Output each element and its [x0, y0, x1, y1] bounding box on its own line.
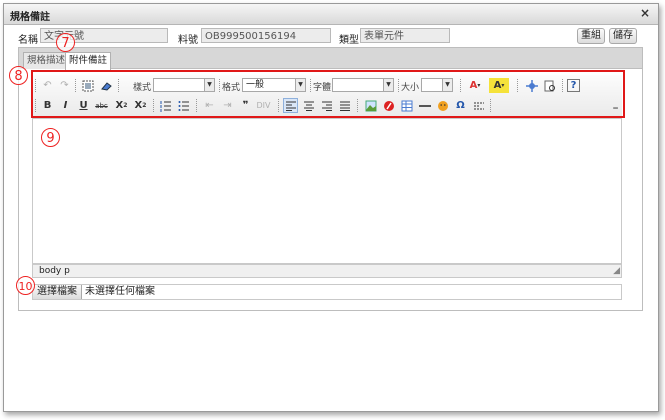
dialog-titlebar: 規格備註 × — [4, 4, 658, 25]
callout-badge-8: 8 — [9, 66, 28, 85]
close-icon[interactable]: × — [640, 6, 650, 20]
callout-badge-7: 7 — [56, 33, 75, 52]
reset-button[interactable]: 重組 — [577, 28, 605, 44]
save-button[interactable]: 儲存 — [609, 28, 637, 44]
header-fields: 名稱 文字元號 料號 OB999500156194 類型 表單元件 重組 儲存 — [4, 28, 658, 46]
callout-badge-10: 10 — [16, 276, 35, 295]
toolbar-highlight — [31, 70, 625, 118]
element-path[interactable]: body p — [39, 266, 70, 276]
type-label: 類型 — [339, 35, 359, 46]
tab-bar: 規格描述 附件備註 — [18, 47, 643, 70]
editor-statusbar: body p ◢ — [32, 264, 622, 278]
tab-attachment-note[interactable]: 附件備註 — [65, 52, 112, 70]
choose-file-button[interactable]: 選擇檔案 — [33, 285, 82, 299]
partno-label: 料號 — [178, 35, 198, 46]
type-field[interactable]: 表單元件 — [360, 28, 450, 43]
editor-content-area[interactable] — [32, 118, 622, 264]
resize-grip-icon[interactable]: ◢ — [613, 267, 620, 276]
name-label: 名稱 — [18, 35, 38, 46]
file-upload-row: 選擇檔案 未選擇任何檔案 — [32, 284, 622, 300]
tab-spec-description[interactable]: 規格描述 — [23, 52, 70, 69]
file-status-text: 未選擇任何檔案 — [85, 286, 155, 297]
partno-field[interactable]: OB999500156194 — [201, 28, 331, 43]
callout-badge-9: 9 — [41, 128, 60, 147]
dialog-title: 規格備註 — [10, 12, 50, 23]
